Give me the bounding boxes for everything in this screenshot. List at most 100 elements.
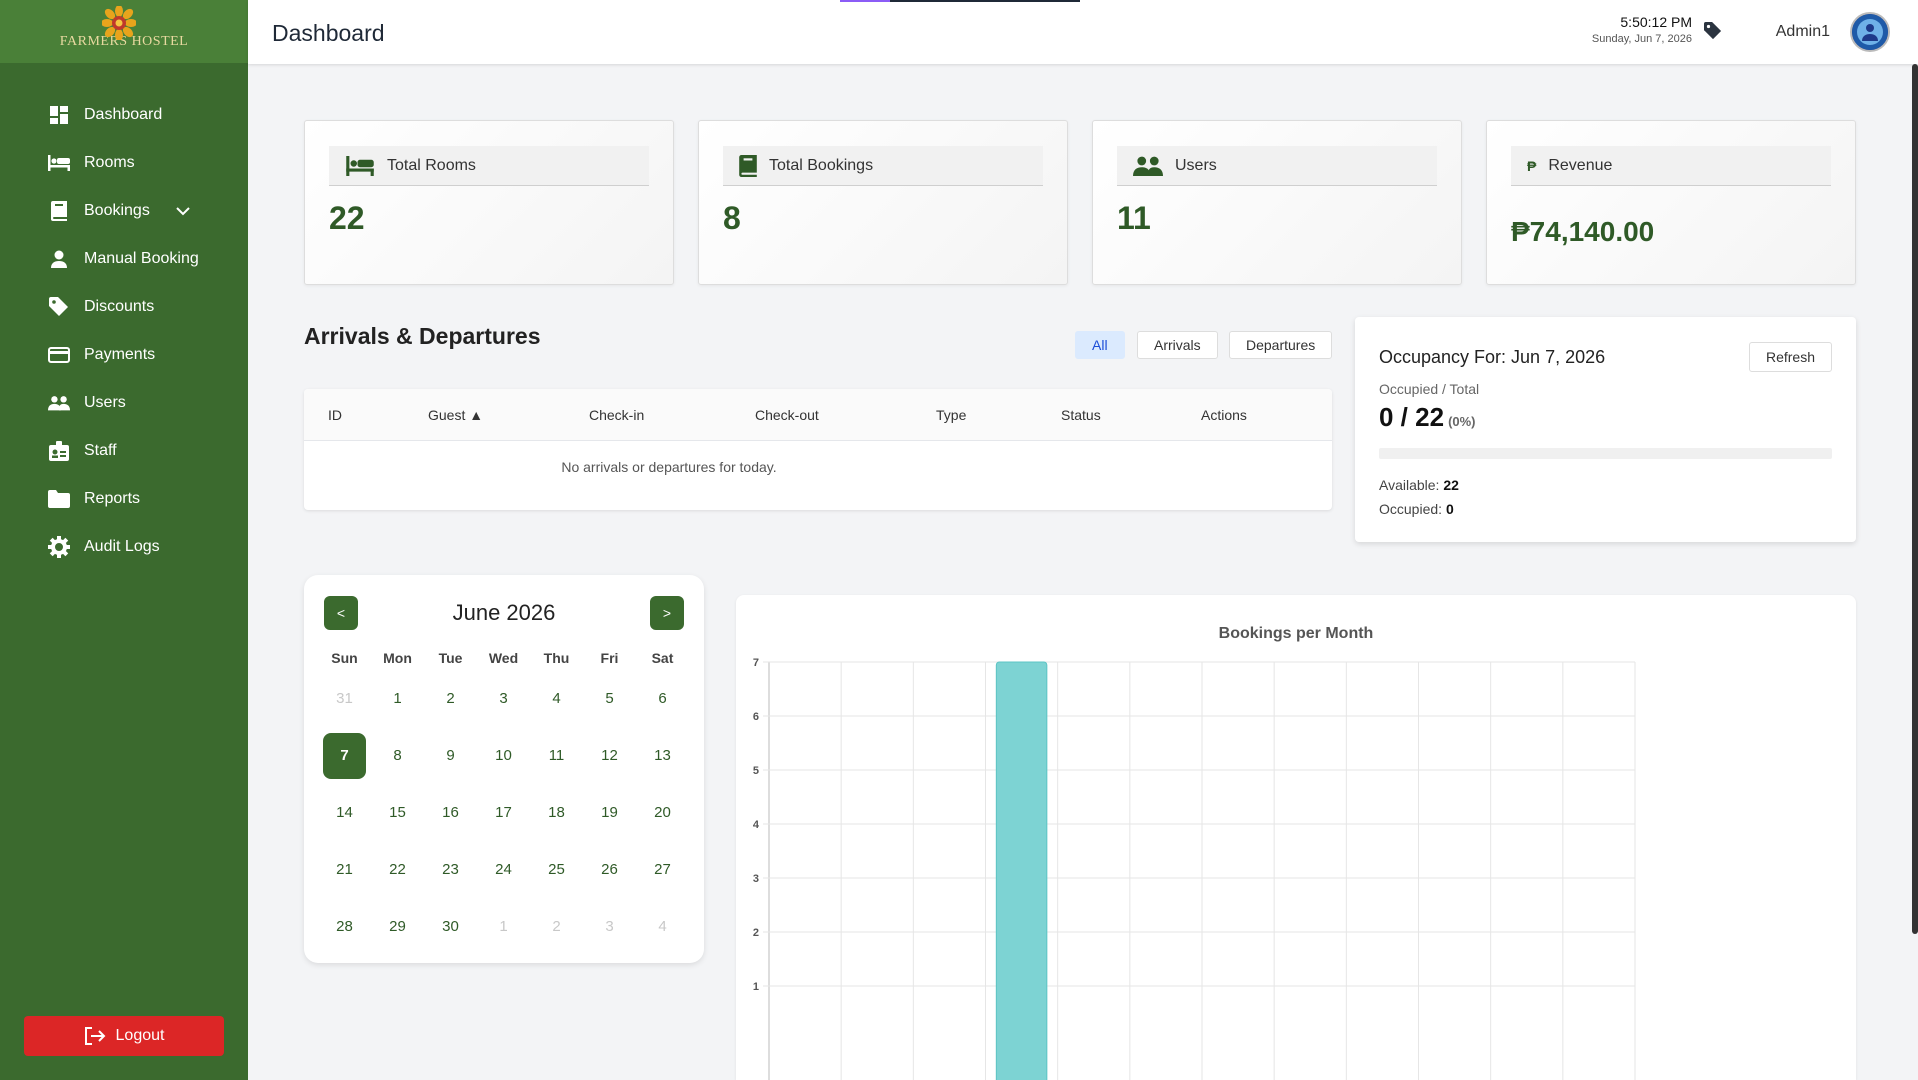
calendar-day-label: 27 <box>654 861 671 878</box>
calendar-day[interactable]: 3 <box>477 670 530 727</box>
calendar-weekday: Wed <box>488 650 519 666</box>
sidebar-item-rooms[interactable]: Rooms <box>0 139 248 187</box>
occupancy-ratio: 0 / 22 <box>1379 402 1445 432</box>
column-header-check-in[interactable]: Check-in <box>589 407 644 423</box>
calendar-grid: Sun Mon Tue Wed Thu Fri Sat 31 1 2 3 4 5 6 7 8 9 10 11 12 13… <box>318 650 690 955</box>
calendar-day[interactable]: 2 <box>530 898 583 955</box>
tag-icon[interactable] <box>1704 22 1722 45</box>
stat-label: Revenue <box>1548 156 1613 174</box>
calendar-day-today[interactable]: 7 <box>318 727 371 784</box>
avatar-icon <box>1852 14 1888 50</box>
calendar-day-label: 18 <box>548 804 565 821</box>
column-header-guest[interactable]: Guest ▲ <box>428 407 483 423</box>
stat-label: Total Bookings <box>769 156 874 174</box>
column-header-status[interactable]: Status <box>1061 407 1101 423</box>
brand-logo[interactable]: FARMERS HOSTEL <box>0 0 248 63</box>
occupied-row: Occupied: 0 <box>1379 501 1454 517</box>
stat-value: ₱74,140.00 <box>1511 216 1655 247</box>
calendar-day[interactable]: 3 <box>583 898 636 955</box>
stat-header: ₱ Revenue <box>1511 146 1831 186</box>
calendar-day-label: 4 <box>658 918 667 935</box>
user-name[interactable]: Admin1 <box>1776 23 1830 41</box>
calendar-day[interactable]: 12 <box>583 727 636 784</box>
calendar-day[interactable]: 16 <box>424 784 477 841</box>
column-header-check-out[interactable]: Check-out <box>755 407 819 423</box>
calendar-day[interactable]: 18 <box>530 784 583 841</box>
sidebar-item-reports[interactable]: Reports <box>0 475 248 523</box>
sidebar: FARMERS HOSTEL Dashboard Rooms Bookings … <box>0 0 248 1080</box>
calendar: < June 2026 > Sun Mon Tue Wed Thu Fri Sat 31 1 2 3… <box>304 575 704 963</box>
calendar-next-button[interactable]: > <box>650 596 684 630</box>
logout-label: Logout <box>115 1027 165 1044</box>
column-header-type[interactable]: Type <box>936 407 966 423</box>
calendar-day-label: 12 <box>601 747 618 764</box>
sidebar-item-label: Manual Booking <box>84 250 199 267</box>
gear-icon <box>48 536 70 558</box>
calendar-day[interactable]: 1 <box>477 898 530 955</box>
calendar-day[interactable]: 30 <box>424 898 477 955</box>
calendar-day[interactable]: 4 <box>530 670 583 727</box>
calendar-day[interactable]: 21 <box>318 841 371 898</box>
sidebar-item-manual-booking[interactable]: Manual Booking <box>0 235 248 283</box>
table-header: ID Guest ▲ Check-in Check-out Type Statu… <box>304 389 1332 441</box>
sidebar-item-users[interactable]: Users <box>0 379 248 427</box>
column-header-id[interactable]: ID <box>328 407 342 423</box>
calendar-weekday: Sat <box>651 650 674 666</box>
calendar-day[interactable]: 23 <box>424 841 477 898</box>
filter-arrivals-button[interactable]: Arrivals <box>1137 331 1218 359</box>
filter-all-button[interactable]: All <box>1075 331 1125 359</box>
loading-indicator <box>840 0 1080 2</box>
calendar-day[interactable]: 22 <box>371 841 424 898</box>
calendar-day[interactable]: 25 <box>530 841 583 898</box>
calendar-day[interactable]: 26 <box>583 841 636 898</box>
occupancy-card: Occupancy For: Jun 7, 2026 Refresh Occup… <box>1355 317 1856 542</box>
calendar-day-label: 1 <box>499 918 508 935</box>
calendar-day-label: 24 <box>495 861 512 878</box>
sidebar-item-dashboard[interactable]: Dashboard <box>0 91 248 139</box>
calendar-day[interactable]: 29 <box>371 898 424 955</box>
avatar[interactable] <box>1850 12 1890 52</box>
calendar-day[interactable]: 2 <box>424 670 477 727</box>
sidebar-item-bookings[interactable]: Bookings <box>0 187 248 235</box>
page-scrollbar[interactable] <box>1912 64 1918 934</box>
sidebar-item-payments[interactable]: Payments <box>0 331 248 379</box>
arrivals-table: ID Guest ▲ Check-in Check-out Type Statu… <box>304 389 1332 510</box>
calendar-day-label: 9 <box>446 747 455 764</box>
sidebar-item-discounts[interactable]: Discounts <box>0 283 248 331</box>
logout-icon <box>84 1027 106 1045</box>
sidebar-item-label: Payments <box>84 346 156 363</box>
calendar-day[interactable]: 14 <box>318 784 371 841</box>
calendar-day[interactable]: 20 <box>636 784 689 841</box>
calendar-day[interactable]: 27 <box>636 841 689 898</box>
calendar-day[interactable]: 4 <box>636 898 689 955</box>
calendar-day[interactable]: 5 <box>583 670 636 727</box>
sidebar-item-label: Bookings <box>84 202 150 219</box>
chevron-down-icon[interactable] <box>172 200 194 222</box>
sunflower-logo <box>102 6 136 40</box>
calendar-day[interactable]: 28 <box>318 898 371 955</box>
filter-departures-button[interactable]: Departures <box>1229 331 1333 359</box>
calendar-day[interactable]: 10 <box>477 727 530 784</box>
calendar-day[interactable]: 1 <box>371 670 424 727</box>
sidebar-item-audit-logs[interactable]: Audit Logs <box>0 523 248 571</box>
stat-card-total-rooms: Total Rooms 22 <box>304 120 674 285</box>
calendar-day[interactable]: 13 <box>636 727 689 784</box>
calendar-day[interactable]: 8 <box>371 727 424 784</box>
users-icon <box>1133 156 1163 176</box>
calendar-day[interactable]: 31 <box>318 670 371 727</box>
sidebar-item-staff[interactable]: Staff <box>0 427 248 475</box>
calendar-day[interactable]: 6 <box>636 670 689 727</box>
calendar-day[interactable]: 17 <box>477 784 530 841</box>
calendar-day[interactable]: 9 <box>424 727 477 784</box>
column-header-actions: Actions <box>1201 407 1247 423</box>
calendar-day[interactable]: 11 <box>530 727 583 784</box>
calendar-day[interactable]: 19 <box>583 784 636 841</box>
chart-y-tick-label: 6 <box>753 711 759 723</box>
calendar-day[interactable]: 15 <box>371 784 424 841</box>
calendar-day[interactable]: 24 <box>477 841 530 898</box>
chart-bar[interactable] <box>995 661 1048 1080</box>
clock-date: Sunday, Jun 7, 2026 <box>1591 33 1692 45</box>
bookings-chart-card: Bookings per Month 1234567 <box>736 595 1856 1080</box>
refresh-button[interactable]: Refresh <box>1748 342 1832 372</box>
logout-button[interactable]: Logout <box>24 1016 224 1056</box>
